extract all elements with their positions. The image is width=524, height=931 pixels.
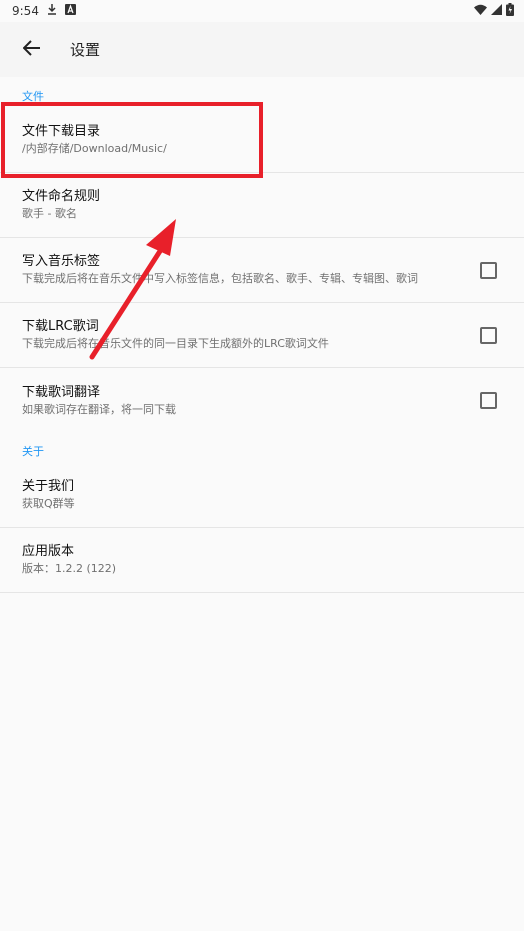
pref-write-music-tags[interactable]: 写入音乐标签 下载完成后将在音乐文件中写入标签信息，包括歌名、歌手、专辑、专辑图… xyxy=(0,238,524,303)
arrow-back-icon xyxy=(22,39,41,60)
pref-app-version[interactable]: 应用版本 版本：1.2.2 (122) xyxy=(0,528,524,593)
pref-download-lyric-translation[interactable]: 下载歌词翻译 如果歌词存在翻译，将一同下载 xyxy=(0,368,524,433)
section-header-about: 关于 xyxy=(22,445,44,458)
pref-summary: 下载完成后将在音乐文件的同一目录下生成额外的LRC歌词文件 xyxy=(22,337,329,350)
pref-summary: 歌手 - 歌名 xyxy=(22,207,77,220)
write-tags-checkbox[interactable] xyxy=(480,262,497,279)
pref-download-lrc[interactable]: 下载LRC歌词 下载完成后将在音乐文件的同一目录下生成额外的LRC歌词文件 xyxy=(0,303,524,368)
status-time: 9:54 xyxy=(12,4,39,18)
pref-title: 应用版本 xyxy=(22,544,75,559)
section-header-files: 文件 xyxy=(22,90,44,103)
a-box-icon xyxy=(64,4,76,18)
pref-summary: /内部存储/Download/Music/ xyxy=(22,142,167,155)
signal-icon xyxy=(491,4,502,18)
pref-title: 下载LRC歌词 xyxy=(22,319,99,334)
download-lrc-checkbox[interactable] xyxy=(480,327,497,344)
download-icon xyxy=(47,3,57,19)
pref-summary: 版本：1.2.2 (122) xyxy=(22,562,117,575)
pref-title: 文件下载目录 xyxy=(22,124,101,139)
pref-download-directory[interactable]: 文件下载目录 /内部存储/Download/Music/ xyxy=(0,108,524,173)
status-bar: 9:54 xyxy=(0,0,524,22)
page-title: 设置 xyxy=(70,41,101,59)
download-translation-checkbox[interactable] xyxy=(480,392,497,409)
pref-summary: 下载完成后将在音乐文件中写入标签信息，包括歌名、歌手、专辑、专辑图、歌词 xyxy=(22,272,418,285)
pref-title: 文件命名规则 xyxy=(22,189,101,204)
app-toolbar: 设置 xyxy=(0,22,524,77)
pref-title: 下载歌词翻译 xyxy=(22,384,101,400)
wifi-icon xyxy=(474,4,487,18)
back-button[interactable] xyxy=(12,30,52,70)
pref-title: 写入音乐标签 xyxy=(22,254,101,269)
pref-file-naming-rule[interactable]: 文件命名规则 歌手 - 歌名 xyxy=(0,173,524,238)
battery-icon xyxy=(506,3,514,19)
pref-summary: 获取Q群等 xyxy=(22,497,75,510)
settings-list: 文件 文件下载目录 /内部存储/Download/Music/ 文件命名规则 歌… xyxy=(0,78,524,593)
pref-summary: 如果歌词存在翻译，将一同下载 xyxy=(22,402,176,416)
pref-about-us[interactable]: 关于我们 获取Q群等 xyxy=(0,463,524,528)
pref-title: 关于我们 xyxy=(22,479,75,494)
